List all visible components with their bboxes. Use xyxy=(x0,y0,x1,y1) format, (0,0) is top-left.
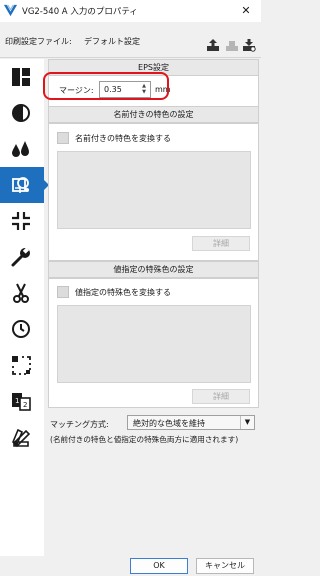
upload-icon[interactable] xyxy=(206,38,220,52)
named-colors-group: 名前付きの特色を変換する 詳細 xyxy=(48,123,259,261)
clock-icon xyxy=(12,320,30,338)
sidebar-item-cutting[interactable] xyxy=(0,275,44,311)
scissors-icon xyxy=(13,283,29,303)
named-colors-checkbox-label: 名前付きの特色を変換する xyxy=(75,133,171,143)
sidebar-item-scaling[interactable] xyxy=(0,203,44,239)
margin-row: マージン: 0.35 ▲ ▼ mm xyxy=(43,72,259,106)
sidebar-item-color-swatch[interactable] xyxy=(0,419,44,455)
value-spot-colors-list[interactable] xyxy=(57,305,251,383)
layout-icon xyxy=(12,68,30,86)
value-spot-colors-checkbox[interactable] xyxy=(57,286,69,298)
value-spot-colors-checkbox-label: 値指定の特殊色を変換する xyxy=(75,287,171,297)
sidebar-item-page-order[interactable]: 1 2 xyxy=(0,383,44,419)
svg-text:2: 2 xyxy=(23,401,27,409)
sidebar-item-crop-marks[interactable] xyxy=(0,347,44,383)
named-colors-checkbox-row[interactable]: 名前付きの特色を変換する xyxy=(57,132,171,146)
value-spot-colors-checkbox-row[interactable]: 値指定の特殊色を変換する xyxy=(57,286,171,300)
sidebar-item-schedule[interactable] xyxy=(0,311,44,347)
value-spot-colors-detail-button[interactable]: 詳細 xyxy=(192,389,250,404)
red-highlight-outline xyxy=(43,72,169,100)
matching-select[interactable]: 絶対的な色域を維持 ▼ xyxy=(127,415,255,430)
sidebar-item-color-management[interactable] xyxy=(0,167,49,203)
window-title: VG2-540 A 入力のプロパティ xyxy=(22,7,138,17)
matching-note: (名前付きの特色と値指定の特殊色両方に適用されます) xyxy=(50,435,239,444)
ok-button[interactable]: OK xyxy=(130,558,188,574)
close-button[interactable]: ✕ xyxy=(231,0,261,22)
dropdown-arrow-icon[interactable]: ▼ xyxy=(240,416,254,429)
color-management-icon xyxy=(12,177,29,193)
download-icon[interactable] xyxy=(242,38,256,52)
half-circle-icon xyxy=(12,104,30,122)
print-setting-label: 印刷設定ファイル: xyxy=(5,37,72,46)
wrench-icon xyxy=(11,247,30,267)
matching-selected-value: 絶対的な色域を維持 xyxy=(133,419,205,428)
value-spot-colors-heading: 値指定の特殊色の設定 xyxy=(48,261,259,278)
named-colors-heading: 名前付きの特色の設定 xyxy=(48,106,259,123)
shrink-arrows-icon xyxy=(12,212,30,230)
main-panel: EPS設定 マージン: 0.35 ▲ ▼ mm 名前付きの特色の設定 名前付きの… xyxy=(43,59,259,556)
sidebar-item-layout[interactable] xyxy=(0,59,44,95)
print-setting-bar: 印刷設定ファイル: デフォルト設定 xyxy=(0,22,261,58)
value-spot-colors-group: 値指定の特殊色を変換する 詳細 xyxy=(48,278,259,408)
sidebar-item-ink[interactable] xyxy=(0,131,44,167)
named-colors-detail-button[interactable]: 詳細 xyxy=(192,236,250,251)
cancel-button[interactable]: キャンセル xyxy=(196,558,254,574)
named-colors-checkbox[interactable] xyxy=(57,132,69,144)
matching-row: マッチング方式: 絶対的な色域を維持 ▼ (名前付きの特色と値指定の特殊色両方に… xyxy=(48,415,259,445)
sidebar-item-quality[interactable] xyxy=(0,95,44,131)
named-colors-list[interactable] xyxy=(57,151,251,229)
title-bar: VG2-540 A 入力のプロパティ ✕ xyxy=(0,0,261,22)
print-setting-value[interactable]: デフォルト設定 xyxy=(84,36,140,47)
svg-text:1: 1 xyxy=(15,397,19,405)
sidebar: 1 2 xyxy=(0,59,49,556)
matching-label: マッチング方式: xyxy=(50,420,109,429)
save-icon[interactable] xyxy=(225,38,239,52)
app-logo-icon xyxy=(3,4,18,17)
page-order-icon: 1 2 xyxy=(12,393,31,411)
footer: OK キャンセル xyxy=(0,556,261,576)
sidebar-item-tools[interactable] xyxy=(0,239,44,275)
ink-drops-icon xyxy=(12,141,29,157)
color-swatch-fan-icon xyxy=(11,428,31,448)
crop-marks-icon xyxy=(12,356,31,375)
